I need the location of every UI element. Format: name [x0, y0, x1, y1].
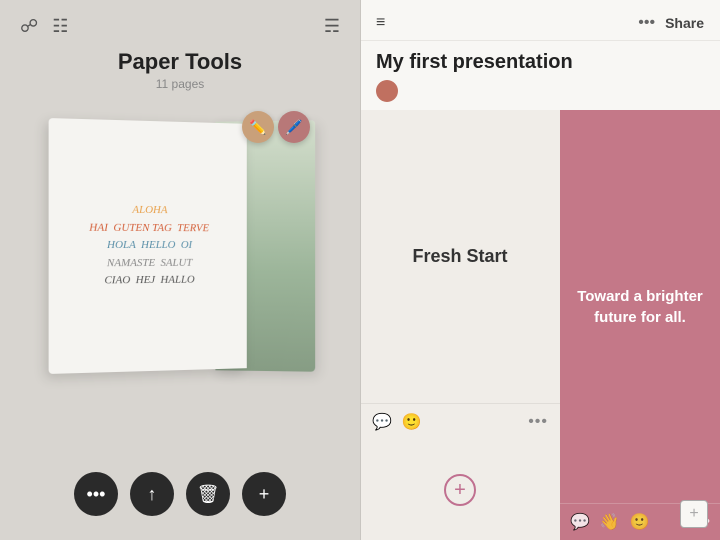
left-top-icons: ☍ ☷	[20, 16, 68, 37]
hello-line-5: CIAO HEJ HALLO	[89, 272, 209, 291]
panel-divider	[360, 0, 361, 540]
paper-tools-title: Paper Tools	[118, 49, 242, 75]
right-panel: ≡ ••• Share My first presentation Fresh …	[360, 0, 720, 540]
slide-2: Toward a brighter future for all. 💬 👋 🙂 …	[560, 110, 720, 540]
slide-1-actions: 💬 🙂 •••	[360, 403, 560, 440]
right-top-right: ••• Share	[638, 14, 704, 32]
slide-2-emoji-icon[interactable]: 🙂	[630, 512, 650, 532]
slides-area: Fresh Start 💬 🙂 ••• + Toward a brighter …	[360, 110, 720, 540]
plus-icon: +	[259, 484, 270, 505]
trash-icon: 🗑	[197, 484, 220, 505]
more-options-icon[interactable]: •••	[638, 14, 655, 32]
delete-button[interactable]: 🗑	[186, 472, 230, 516]
more-options-button[interactable]: •••	[74, 472, 118, 516]
slide-1-more-icon[interactable]: •••	[528, 413, 548, 431]
notebook-left-page: ALOHA HAI GUTEN TAG TERVE HOLA HELLO OI …	[49, 118, 247, 374]
add-button[interactable]: +	[242, 472, 286, 516]
emoji-icon[interactable]: 🙂	[402, 412, 422, 432]
avatar	[376, 80, 398, 102]
paper-tools-subtitle: 11 pages	[156, 77, 205, 91]
right-top-bar: ≡ ••• Share	[360, 0, 720, 41]
hello-line-1: ALOHA	[89, 201, 209, 220]
add-slide-icon: +	[454, 479, 466, 502]
left-panel: ☍ ☷ ☴ Paper Tools 11 pages ✏️ 🖊️ ALOHA H…	[0, 0, 360, 540]
hello-text: ALOHA HAI GUTEN TAG TERVE HOLA HELLO OI …	[89, 201, 209, 290]
upload-icon: ↑	[148, 484, 157, 505]
pencil-icon-1[interactable]: ✏️	[242, 111, 274, 143]
slide-1-bottom: +	[360, 440, 560, 540]
slide-2-text: Toward a brighter future for all.	[576, 286, 704, 328]
left-bottom-toolbar: ••• ↑ 🗑 +	[74, 472, 286, 516]
left-top-bar: ☍ ☷ ☴	[0, 0, 360, 45]
hello-line-3: HOLA HELLO OI	[89, 237, 209, 255]
slide-2-react-icon[interactable]: 👋	[600, 512, 620, 532]
hello-line-4: NAMASTE SALUT	[89, 255, 209, 273]
pencil-icon-2[interactable]: 🖊️	[278, 111, 310, 143]
slide-1-title: Fresh Start	[412, 246, 507, 267]
slide-1-content: Fresh Start	[360, 110, 560, 403]
add-slide-button[interactable]: +	[444, 474, 476, 506]
book-icon[interactable]: ☍	[20, 16, 38, 37]
bottom-plus-icon: +	[689, 505, 698, 523]
slide-2-left-actions: 💬 👋 🙂	[570, 512, 650, 532]
slide-2-comment-icon[interactable]: 💬	[570, 512, 590, 532]
share-button[interactable]: Share	[665, 15, 704, 31]
slide-2-content: Toward a brighter future for all.	[560, 110, 720, 503]
slide-1-left-actions: 💬 🙂	[372, 412, 422, 432]
comment-icon[interactable]: 💬	[372, 412, 392, 432]
hamburger-menu-icon[interactable]: ≡	[376, 14, 385, 32]
bottom-right-add-button[interactable]: +	[680, 500, 708, 528]
hello-line-2: HAI GUTEN TAG TERVE	[89, 219, 209, 237]
slide-1: Fresh Start 💬 🙂 ••• +	[360, 110, 560, 540]
pencil-icons: ✏️ 🖊️	[242, 111, 310, 143]
more-dots-icon: •••	[87, 484, 106, 505]
upload-button[interactable]: ↑	[130, 472, 174, 516]
notebook-area: ✏️ 🖊️ ALOHA HAI GUTEN TAG TERVE HOLA HEL…	[30, 101, 330, 401]
sliders-icon[interactable]: ☴	[324, 16, 340, 37]
presentation-title: My first presentation	[360, 41, 720, 78]
grid-icon[interactable]: ☷	[52, 16, 68, 37]
